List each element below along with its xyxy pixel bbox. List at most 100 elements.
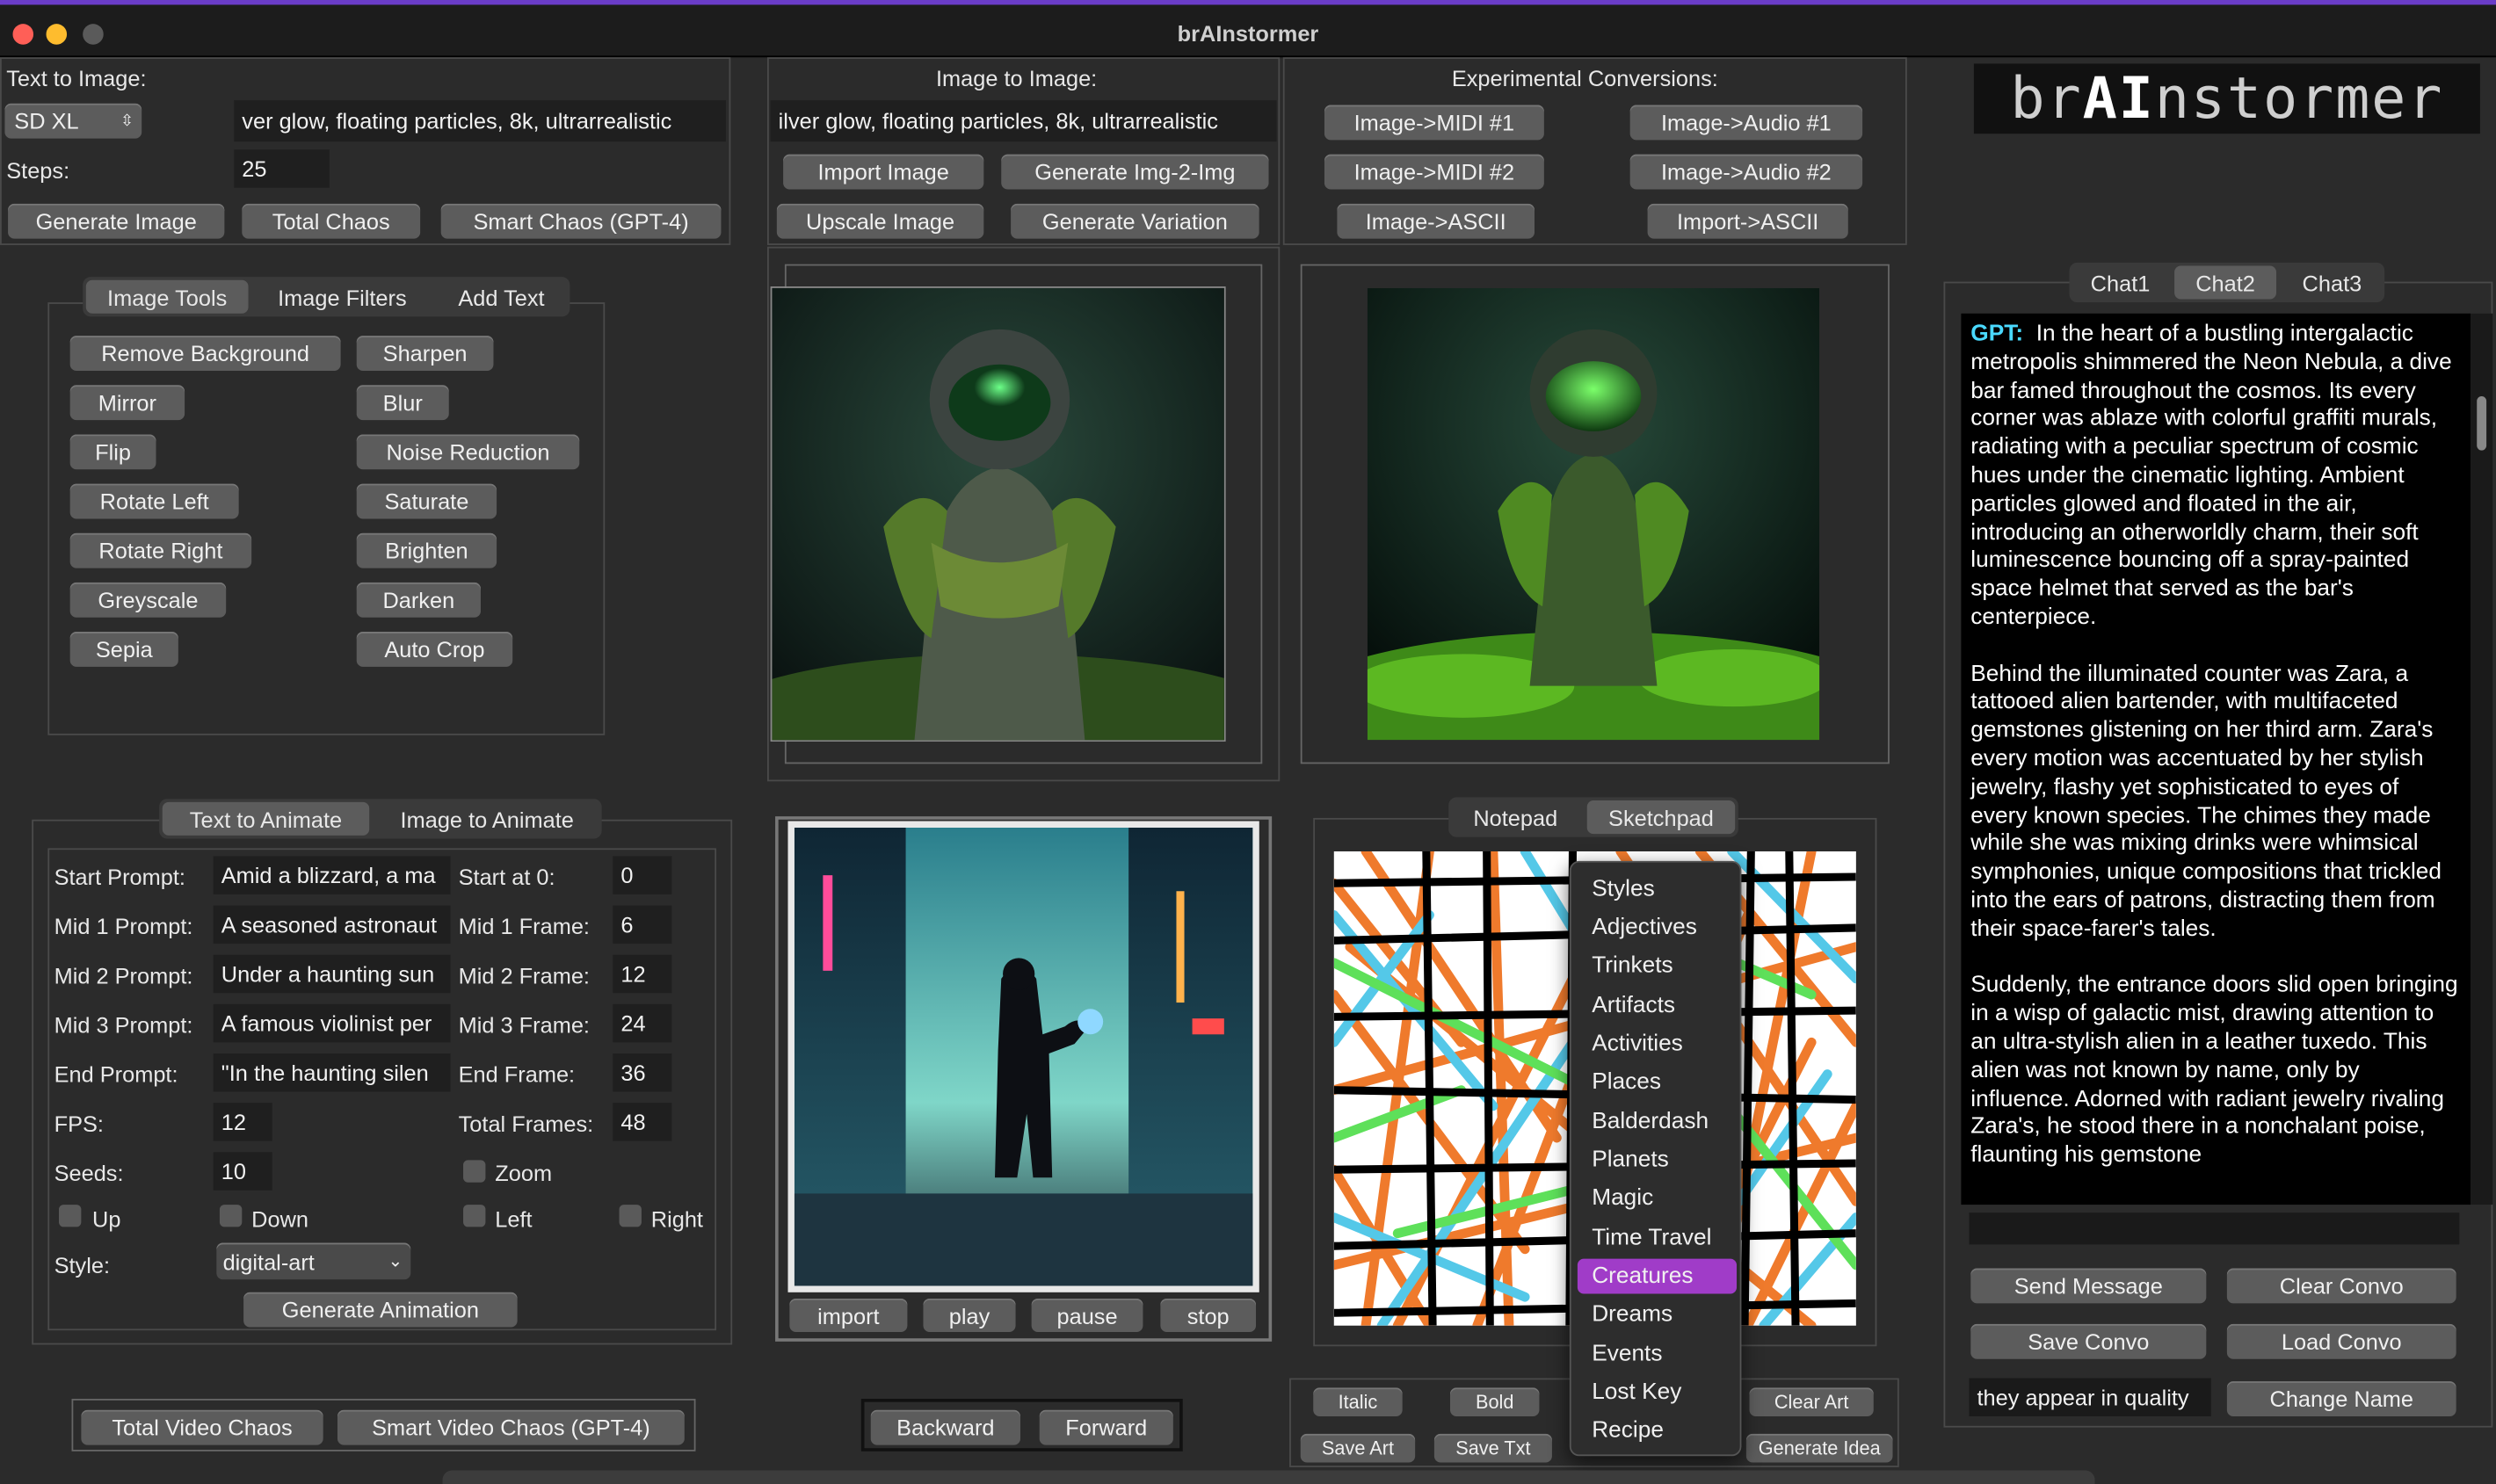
up-checkbox[interactable] [59, 1205, 82, 1227]
smart-video-chaos-button[interactable]: Smart Video Chaos (GPT-4) [337, 1409, 685, 1445]
fps-input[interactable]: 12 [213, 1103, 272, 1141]
menu-item-magic[interactable]: Magic [1578, 1181, 1737, 1216]
mid2-prompt-input[interactable]: Under a haunting sun [213, 954, 451, 994]
clear-convo-button[interactable]: Clear Convo [2226, 1268, 2456, 1304]
auto-crop-button[interactable]: Auto Crop [356, 632, 513, 667]
menu-item-places[interactable]: Places [1578, 1065, 1737, 1100]
generate-idea-button[interactable]: Generate Idea [1745, 1433, 1893, 1463]
mid2-frame-input[interactable]: 12 [613, 954, 672, 994]
chat-message-input[interactable] [1969, 1213, 2460, 1245]
tab-image-filters[interactable]: Image Filters [258, 280, 426, 314]
upscale-image-button[interactable]: Upscale Image [776, 203, 984, 239]
end-frame-input[interactable]: 36 [613, 1053, 672, 1092]
chat-scroll-thumb[interactable] [2477, 395, 2487, 451]
brighten-button[interactable]: Brighten [356, 532, 497, 568]
bold-button[interactable]: Bold [1450, 1387, 1540, 1416]
clear-art-button[interactable]: Clear Art [1749, 1387, 1874, 1416]
menu-item-dreams[interactable]: Dreams [1578, 1297, 1737, 1332]
image-to-midi-2-button[interactable]: Image->MIDI #2 [1324, 154, 1544, 190]
video-play-button[interactable]: play [923, 1298, 1016, 1332]
seeds-input[interactable]: 10 [213, 1152, 272, 1191]
generate-animation-button[interactable]: Generate Animation [243, 1292, 518, 1328]
menu-item-recipe[interactable]: Recipe [1578, 1413, 1737, 1448]
tab-text-to-animate[interactable]: Text to Animate [162, 801, 370, 836]
greyscale-button[interactable]: Greyscale [69, 582, 227, 618]
tab-add-text[interactable]: Add Text [436, 280, 567, 314]
menu-item-adjectives[interactable]: Adjectives [1578, 910, 1737, 945]
menu-item-trinkets[interactable]: Trinkets [1578, 948, 1737, 983]
start-frame-input[interactable]: 0 [613, 856, 672, 894]
menu-item-artifacts[interactable]: Artifacts [1578, 988, 1737, 1024]
generate-img2img-button[interactable]: Generate Img-2-Img [1001, 154, 1269, 190]
mid3-prompt-input[interactable]: A famous violinist per [213, 1003, 451, 1043]
chat-scrollbar[interactable] [2470, 313, 2493, 1205]
left-checkbox[interactable] [463, 1205, 486, 1227]
image-to-ascii-button[interactable]: Image->ASCII [1337, 203, 1535, 239]
saturate-button[interactable]: Saturate [356, 483, 497, 519]
save-txt-button[interactable]: Save Txt [1433, 1433, 1552, 1463]
import-to-ascii-button[interactable]: Import->ASCII [1647, 203, 1848, 239]
img2img-prompt-input[interactable]: ilver glow, floating particles, 8k, ultr… [770, 100, 1277, 142]
tab-image-to-animate[interactable]: Image to Animate [379, 802, 595, 836]
sharpen-button[interactable]: Sharpen [356, 336, 494, 372]
blur-button[interactable]: Blur [356, 385, 449, 421]
save-convo-button[interactable]: Save Convo [1970, 1323, 2207, 1359]
darken-button[interactable]: Darken [356, 582, 481, 618]
prompt-input[interactable]: ver glow, floating particles, 8k, ultrar… [234, 100, 726, 142]
import-image-button[interactable]: Import Image [783, 154, 984, 190]
menu-item-styles[interactable]: Styles [1578, 872, 1737, 908]
tab-chat3[interactable]: Chat3 [2282, 265, 2381, 299]
menu-item-planets[interactable]: Planets [1578, 1142, 1737, 1177]
italic-button[interactable]: Italic [1313, 1387, 1403, 1416]
mirror-button[interactable]: Mirror [69, 385, 185, 421]
change-name-button[interactable]: Change Name [2226, 1381, 2456, 1416]
remove-background-button[interactable]: Remove Background [69, 336, 341, 372]
start-prompt-input[interactable]: Amid a blizzard, a ma [213, 856, 451, 894]
save-art-button[interactable]: Save Art [1300, 1433, 1416, 1463]
total-chaos-button[interactable]: Total Chaos [242, 203, 421, 239]
mid3-frame-input[interactable]: 24 [613, 1003, 672, 1043]
generate-image-button[interactable]: Generate Image [8, 203, 225, 239]
menu-item-activities[interactable]: Activities [1578, 1026, 1737, 1061]
total-video-chaos-button[interactable]: Total Video Chaos [81, 1409, 323, 1445]
menu-item-lost-key[interactable]: Lost Key [1578, 1375, 1737, 1410]
smart-chaos-button[interactable]: Smart Chaos (GPT-4) [440, 203, 722, 239]
image-to-midi-1-button[interactable]: Image->MIDI #1 [1324, 105, 1544, 141]
total-frames-input[interactable]: 48 [613, 1103, 672, 1141]
rotate-left-button[interactable]: Rotate Left [69, 483, 239, 519]
send-message-button[interactable]: Send Message [1970, 1268, 2207, 1304]
style-select[interactable]: digital-art ⌄ [216, 1242, 411, 1280]
rotate-right-button[interactable]: Rotate Right [69, 532, 252, 568]
menu-item-creatures[interactable]: Creatures [1577, 1258, 1738, 1294]
noise-reduction-button[interactable]: Noise Reduction [356, 434, 580, 470]
end-prompt-input[interactable]: "In the haunting silen [213, 1053, 451, 1092]
menu-item-events[interactable]: Events [1578, 1336, 1737, 1372]
right-checkbox[interactable] [619, 1205, 642, 1227]
generate-variation-button[interactable]: Generate Variation [1011, 203, 1259, 239]
down-checkbox[interactable] [219, 1205, 243, 1227]
backward-button[interactable]: Backward [870, 1409, 1020, 1445]
zoom-checkbox[interactable] [463, 1160, 486, 1183]
forward-button[interactable]: Forward [1039, 1409, 1173, 1445]
image-to-audio-1-button[interactable]: Image->Audio #1 [1629, 105, 1863, 141]
tab-chat2[interactable]: Chat2 [2174, 265, 2277, 300]
chat-transcript[interactable]: GPT: In the heart of a bustling intergal… [1961, 313, 2471, 1205]
menu-item-balderdash[interactable]: Balderdash [1578, 1104, 1737, 1140]
steps-input[interactable]: 25 [234, 149, 330, 188]
tab-sketchpad[interactable]: Sketchpad [1586, 800, 1736, 835]
mid1-prompt-input[interactable]: A seasoned astronaut [213, 905, 451, 945]
name-input[interactable]: they appear in quality [1969, 1378, 2211, 1416]
load-convo-button[interactable]: Load Convo [2226, 1323, 2456, 1359]
mid1-frame-input[interactable]: 6 [613, 905, 672, 945]
tab-notepad[interactable]: Notepad [1452, 800, 1579, 834]
flip-button[interactable]: Flip [69, 434, 156, 470]
tab-image-tools[interactable]: Image Tools [85, 279, 249, 314]
menu-item-time-travel[interactable]: Time Travel [1578, 1220, 1737, 1256]
sepia-button[interactable]: Sepia [69, 632, 178, 667]
video-pause-button[interactable]: pause [1031, 1298, 1143, 1332]
model-select[interactable]: SD XL ⇳ [4, 103, 142, 139]
image-to-audio-2-button[interactable]: Image->Audio #2 [1629, 154, 1863, 190]
tab-chat1[interactable]: Chat1 [2072, 265, 2168, 299]
video-import-button[interactable]: import [789, 1298, 908, 1332]
video-stop-button[interactable]: stop [1160, 1298, 1257, 1332]
